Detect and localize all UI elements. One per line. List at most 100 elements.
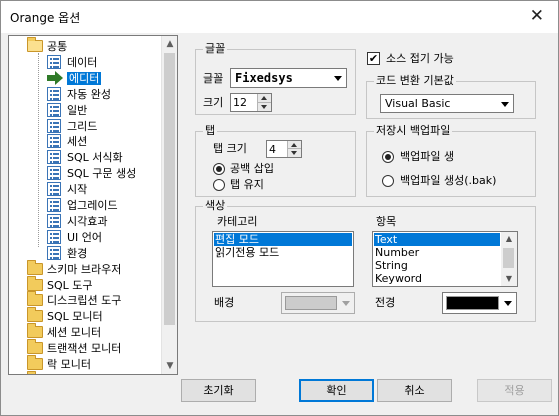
tree-item[interactable]: 세션 bbox=[47, 134, 87, 150]
font-select[interactable]: Fixedsys bbox=[230, 68, 347, 88]
category-item-edit[interactable]: 편집 모드 bbox=[214, 233, 352, 246]
tree-item-label: SQL 구문 생성 bbox=[67, 167, 137, 180]
tree-item-label: SQL 도구 bbox=[47, 279, 93, 292]
scroll-down-icon[interactable]: ▼ bbox=[162, 358, 178, 374]
tree-item-label: 업그레이드 bbox=[67, 199, 118, 212]
tree-scrollbar[interactable]: ▲ ▼ bbox=[161, 36, 177, 374]
items-list[interactable]: Text Number String Keyword ▲ ▼ bbox=[372, 231, 518, 287]
insert-spaces-label: 공백 삽입 bbox=[230, 162, 274, 175]
tree-item[interactable]: UI 언어 bbox=[47, 230, 102, 246]
close-icon[interactable]: ✕ bbox=[530, 7, 544, 25]
document-icon bbox=[47, 150, 61, 164]
tree-item[interactable]: 디스크립션 도구 bbox=[27, 291, 122, 309]
apply-button[interactable]: 적용 bbox=[477, 379, 552, 402]
foreground-color-swatch bbox=[446, 296, 499, 310]
tree-item[interactable]: SQL 모니터 bbox=[27, 307, 103, 325]
code-fold-label: 소스 접기 가능 bbox=[386, 52, 454, 65]
tree-item[interactable]: 스키마 브라우저 bbox=[27, 260, 121, 278]
document-icon bbox=[47, 119, 61, 133]
item-text[interactable]: Text bbox=[374, 233, 500, 246]
tree-item-label: 시각효과 bbox=[67, 215, 108, 228]
tab-size-value: 4 bbox=[269, 143, 276, 156]
keep-tabs-radio[interactable] bbox=[213, 179, 225, 191]
insert-spaces-radio[interactable] bbox=[213, 163, 225, 175]
reset-button[interactable]: 초기화 bbox=[181, 379, 256, 402]
tree-item[interactable]: 인덱스 모니터 bbox=[27, 371, 111, 374]
tree-item-label: 시작 bbox=[67, 183, 88, 196]
options-dialog: Orange 옵션 ✕ 공통데이터에디터 자동 완성일반그리드 세션 SQL 서식화 S… bbox=[0, 0, 559, 416]
tree-item-label: 디스크립션 도구 bbox=[47, 294, 122, 307]
scroll-thumb[interactable] bbox=[164, 53, 175, 325]
tree-item[interactable]: 시작 bbox=[47, 182, 87, 198]
tree-item-label: 공통 bbox=[47, 40, 68, 53]
tree-item[interactable]: 환경 bbox=[47, 246, 87, 262]
font-group: 글꼴 글꼴 Fixedsys 크기 12 bbox=[195, 42, 356, 115]
folder-icon bbox=[27, 355, 43, 370]
tree-item[interactable]: 에디터 bbox=[47, 71, 102, 87]
scroll-down-icon[interactable]: ▼ bbox=[501, 272, 517, 286]
document-icon bbox=[47, 246, 61, 260]
tree-item-label: 그리드 bbox=[67, 120, 98, 133]
chevron-down-icon[interactable] bbox=[497, 95, 513, 112]
scroll-up-icon[interactable]: ▲ bbox=[162, 36, 178, 52]
item-keyword[interactable]: Keyword bbox=[374, 272, 500, 285]
code-fold-checkbox[interactable]: ✔ bbox=[367, 52, 380, 65]
category-item-readonly[interactable]: 읽기전용 모드 bbox=[214, 246, 352, 259]
tree-item[interactable]: 데이터 bbox=[47, 55, 97, 71]
cancel-button[interactable]: 취소 bbox=[377, 379, 452, 402]
document-icon bbox=[47, 198, 61, 212]
chevron-down-icon[interactable] bbox=[338, 293, 354, 313]
tree-item-label: 데이터 bbox=[67, 56, 98, 69]
tree-item[interactable]: 자동 완성 bbox=[47, 87, 111, 103]
foreground-color-picker[interactable] bbox=[442, 292, 517, 314]
background-color-picker[interactable] bbox=[281, 292, 355, 314]
chevron-down-icon[interactable] bbox=[500, 293, 516, 313]
tree-item-label: 자동 완성 bbox=[67, 88, 111, 101]
tree-item[interactable]: 트랜잭션 모니터 bbox=[27, 339, 121, 357]
font-size-spinner[interactable]: 12 bbox=[230, 93, 272, 112]
document-icon bbox=[47, 230, 61, 244]
folder-open-icon bbox=[27, 37, 43, 52]
folder-icon bbox=[27, 339, 43, 354]
code-convert-select[interactable]: Visual Basic bbox=[380, 94, 514, 113]
tree-item[interactable]: 공통 bbox=[27, 37, 68, 55]
scroll-up-icon[interactable]: ▲ bbox=[501, 232, 517, 246]
document-icon bbox=[47, 134, 61, 148]
background-color-swatch bbox=[285, 296, 337, 310]
options-tree[interactable]: 공통데이터에디터 자동 완성일반그리드 세션 SQL 서식화 SQL 구문 생성시작업그… bbox=[8, 35, 178, 375]
scroll-thumb[interactable] bbox=[503, 248, 514, 268]
backup-bak-radio[interactable] bbox=[382, 175, 394, 187]
spin-down-icon[interactable] bbox=[287, 149, 301, 157]
code-convert-title: 코드 변환 기본값 bbox=[374, 74, 456, 88]
tree-item[interactable]: 업그레이드 bbox=[47, 198, 118, 214]
tree-item[interactable]: SQL 서식화 bbox=[47, 150, 123, 166]
tree-item[interactable]: 그리드 bbox=[47, 119, 97, 135]
spin-up-icon[interactable] bbox=[287, 141, 301, 149]
document-icon bbox=[47, 166, 61, 180]
ok-button[interactable]: 확인 bbox=[299, 379, 374, 402]
item-string[interactable]: String bbox=[374, 259, 500, 272]
title-bar: Orange 옵션 ✕ bbox=[1, 1, 558, 33]
code-convert-group: 코드 변환 기본값 Visual Basic bbox=[366, 74, 536, 119]
tab-group: 탭 탭 크기 4 공백 삽입 탭 유지 bbox=[195, 124, 356, 197]
category-list[interactable]: 편집 모드 읽기전용 모드 bbox=[212, 231, 354, 287]
folder-icon bbox=[27, 307, 43, 322]
items-scrollbar[interactable]: ▲ ▼ bbox=[501, 232, 517, 286]
tree-item-label: 일반 bbox=[67, 104, 88, 117]
tree-item[interactable]: SQL 도구 bbox=[27, 276, 93, 294]
backup-create-radio[interactable] bbox=[382, 151, 394, 163]
tree-item[interactable]: 시각효과 bbox=[47, 214, 107, 230]
tree-item-label: SQL 서식화 bbox=[67, 151, 123, 164]
window-title: Orange 옵션 bbox=[10, 11, 81, 25]
font-size-value: 12 bbox=[233, 96, 247, 109]
tree-item[interactable]: 락 모니터 bbox=[27, 355, 91, 373]
item-number[interactable]: Number bbox=[374, 246, 500, 259]
chevron-down-icon[interactable] bbox=[330, 69, 346, 87]
tab-size-spinner[interactable]: 4 bbox=[266, 140, 302, 158]
spin-up-icon[interactable] bbox=[257, 94, 271, 103]
tree-item[interactable]: 일반 bbox=[47, 103, 87, 119]
tree-item[interactable]: 세션 모니터 bbox=[27, 323, 101, 341]
backup-group: 저장시 백업파일 백업파일 생 백업파일 생성(.bak) bbox=[366, 124, 536, 197]
tree-item[interactable]: SQL 구문 생성 bbox=[47, 166, 136, 182]
spin-down-icon[interactable] bbox=[257, 102, 271, 111]
